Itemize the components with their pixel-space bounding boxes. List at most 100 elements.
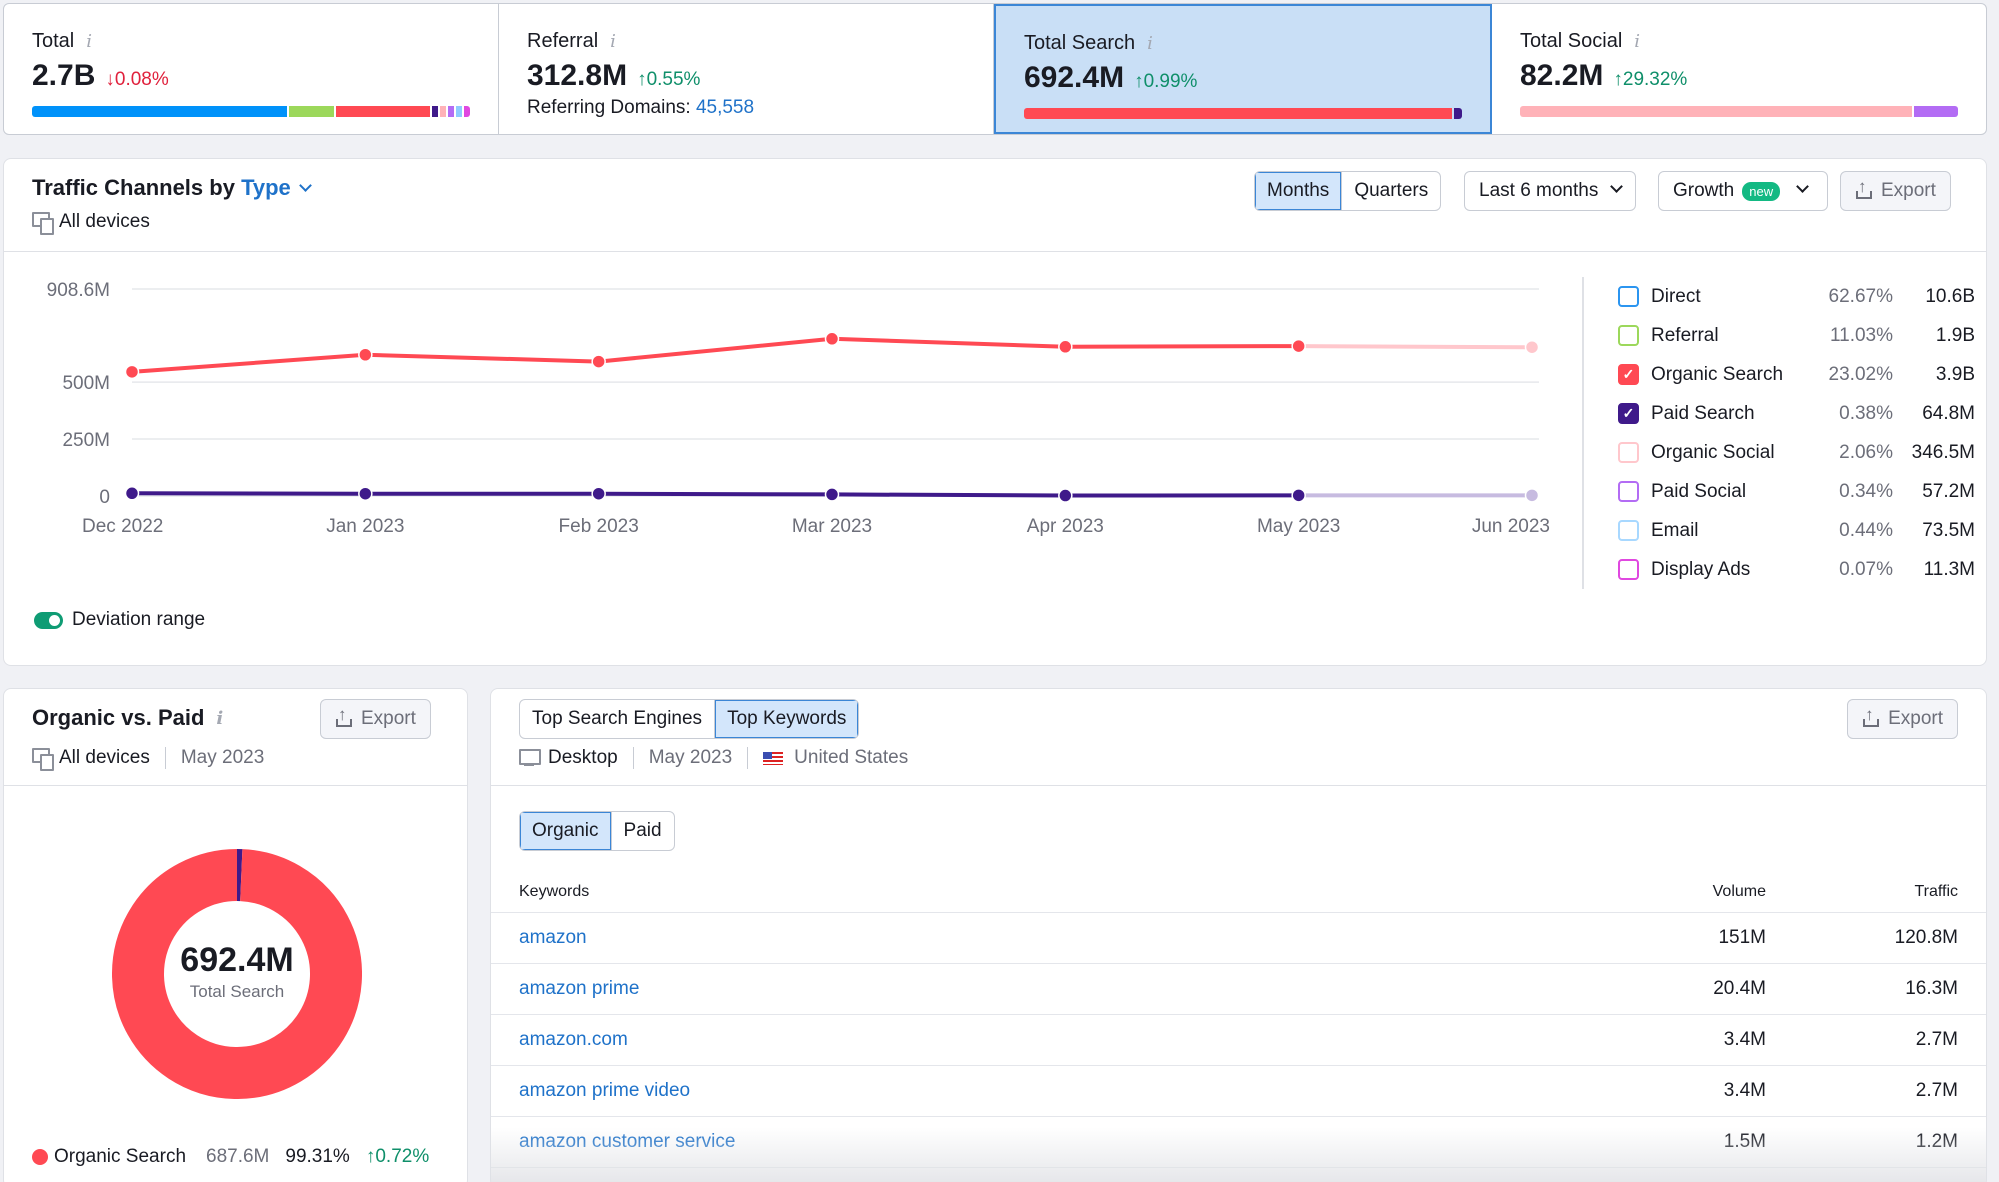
legend-item[interactable]: Referral 11.03% 1.9B	[1618, 316, 1982, 355]
legend-item[interactable]: Paid Social 0.34% 57.2M	[1618, 472, 1982, 511]
channel-legend: Direct 62.67% 10.6B Referral 11.03% 1.9B ✓ Orga…	[1582, 277, 1982, 589]
legend-item[interactable]: Display Ads 0.07% 11.3M	[1618, 550, 1982, 589]
donut-legend-item[interactable]: Organic Search 687.6M 99.31% ↑0.72%	[32, 1146, 429, 1168]
checkbox-icon[interactable]	[1618, 286, 1639, 307]
tab-paid[interactable]: Paid	[612, 812, 674, 850]
legend-item[interactable]: Email 0.44% 73.5M	[1618, 511, 1982, 550]
legend-pct: 99.31%	[285, 1146, 350, 1167]
range-select[interactable]: Last 6 months	[1464, 171, 1637, 211]
data-point	[358, 347, 373, 362]
summary-strip: Total i 2.7B ↓0.08% Referral i 312.8M ↑0.5…	[3, 3, 1987, 135]
legend-value: 10.6B	[1925, 285, 1975, 307]
data-point	[824, 487, 840, 502]
summary-total-social[interactable]: Total Social i 82.2M ↑29.32%	[1492, 4, 1986, 134]
chevron-down-icon	[1610, 179, 1624, 193]
checkbox-icon[interactable]	[1618, 559, 1639, 580]
organic-vs-paid-filters: All devices May 2023	[32, 747, 265, 771]
arrow-up-icon: ↑	[1134, 71, 1144, 92]
bar-segment	[335, 106, 430, 117]
deviation-range-label: Deviation range	[72, 609, 206, 630]
summary-label: Total	[32, 30, 75, 52]
column-traffic[interactable]: Traffic	[1766, 883, 1958, 901]
table-row: amazon prime video 3.4M 2.7M	[491, 1066, 1986, 1117]
keyword-link[interactable]: amazon	[519, 927, 1566, 949]
tab-top-keywords[interactable]: Top Keywords	[715, 700, 859, 738]
summary-value: 312.8M	[527, 59, 628, 92]
divider	[632, 747, 634, 769]
info-icon[interactable]: i	[216, 708, 223, 729]
desktop-icon	[519, 749, 541, 767]
legend-name: Organic Search	[1651, 363, 1784, 385]
info-icon[interactable]: i	[610, 31, 616, 52]
summary-delta: ↓0.08%	[105, 69, 169, 90]
checkbox-icon[interactable]	[1618, 325, 1639, 346]
devices-icon	[32, 212, 54, 235]
tab-top-search-engines[interactable]: Top Search Engines	[520, 700, 716, 738]
table-row: amazon customer service 1.5M 1.2M	[491, 1117, 1986, 1168]
checkbox-checked-icon[interactable]: ✓	[1618, 364, 1639, 385]
legend-name: Email	[1651, 519, 1699, 541]
divider	[747, 747, 749, 769]
summary-delta: ↑29.32%	[1613, 69, 1688, 90]
legend-pct: 23.02%	[1828, 363, 1893, 385]
keyword-source-tabs: Top Search Engines Top Keywords	[519, 699, 860, 739]
checkbox-icon[interactable]	[1618, 481, 1639, 502]
keyword-link[interactable]: amazon customer service	[519, 1131, 1566, 1153]
legend-item[interactable]: ✓ Paid Search 0.38% 64.8M	[1618, 394, 1982, 433]
devices-filter[interactable]: All devices	[32, 211, 150, 235]
organic-vs-paid-title: Organic vs. Paid i	[32, 705, 224, 730]
bar-segment	[288, 106, 334, 117]
summary-total-search[interactable]: Total Search i 692.4M ↑0.99%	[994, 4, 1492, 134]
legend-name: Paid Search	[1651, 402, 1755, 424]
legend-value: 57.2M	[1922, 480, 1975, 502]
keyword-traffic: 120.8M	[1894, 927, 1958, 948]
keyword-traffic: 2.7M	[1915, 1080, 1958, 1101]
checkbox-icon[interactable]	[1618, 442, 1639, 463]
legend-item[interactable]: ✓ Organic Search 23.02% 3.9B	[1618, 355, 1982, 394]
tab-months[interactable]: Months	[1255, 172, 1343, 210]
table-header: Keywords Volume Traffic	[491, 871, 1986, 913]
info-icon[interactable]: i	[1147, 33, 1153, 54]
date-label: May 2023	[180, 747, 265, 768]
referring-domains-link[interactable]: 45,558	[696, 97, 754, 118]
keyword-volume: 151M	[1718, 927, 1766, 948]
deviation-range-toggle[interactable]	[34, 612, 63, 629]
bar-segment	[1914, 106, 1958, 117]
divider	[491, 785, 1986, 786]
tab-quarters[interactable]: Quarters	[1342, 172, 1440, 210]
table-row: amazon.com 3.4M 2.7M	[491, 1015, 1986, 1066]
growth-select[interactable]: Growth new	[1658, 171, 1828, 211]
bar-segment	[1024, 108, 1453, 119]
checkbox-checked-icon[interactable]: ✓	[1618, 403, 1639, 424]
summary-value: 82.2M	[1520, 59, 1604, 92]
info-icon[interactable]: i	[1634, 31, 1640, 52]
keyword-link[interactable]: amazon.com	[519, 1029, 1566, 1051]
column-volume[interactable]: Volume	[1566, 883, 1766, 901]
chevron-down-icon	[1796, 179, 1809, 193]
traffic-channels-card: Traffic Channels by Type All devices Mon…	[3, 158, 1987, 666]
legend-item[interactable]: Organic Social 2.06% 346.5M	[1618, 433, 1982, 472]
arrow-up-icon: ↑	[1613, 69, 1623, 90]
keyword-link[interactable]: amazon prime video	[519, 1080, 1566, 1102]
export-button[interactable]: Export	[1847, 699, 1958, 739]
table-row: amazon 151M 120.8M	[491, 913, 1986, 964]
export-button[interactable]: Export	[1840, 171, 1951, 211]
legend-value: 687.6M	[206, 1146, 270, 1167]
devices-filter[interactable]: All devices	[59, 747, 150, 769]
type-dropdown[interactable]: Type	[241, 175, 312, 200]
keyword-volume: 3.4M	[1723, 1029, 1766, 1050]
device-filter[interactable]: Desktop	[548, 747, 618, 769]
summary-referral[interactable]: Referral i 312.8M ↑0.55% Referring Domain…	[499, 4, 994, 134]
checkbox-icon[interactable]	[1618, 520, 1639, 541]
summary-total[interactable]: Total i 2.7B ↓0.08%	[4, 4, 499, 134]
info-icon[interactable]: i	[86, 31, 92, 52]
export-button[interactable]: Export	[320, 699, 431, 739]
keyword-link[interactable]: amazon prime	[519, 978, 1566, 1000]
x-tick-label: Feb 2023	[559, 516, 639, 537]
legend-item[interactable]: Direct 62.67% 10.6B	[1618, 277, 1982, 316]
export-icon	[335, 705, 353, 728]
column-keywords[interactable]: Keywords	[519, 883, 1566, 901]
tab-organic[interactable]: Organic	[520, 812, 612, 850]
keyword-volume: 1.5M	[1723, 1131, 1766, 1152]
divider	[164, 747, 166, 769]
